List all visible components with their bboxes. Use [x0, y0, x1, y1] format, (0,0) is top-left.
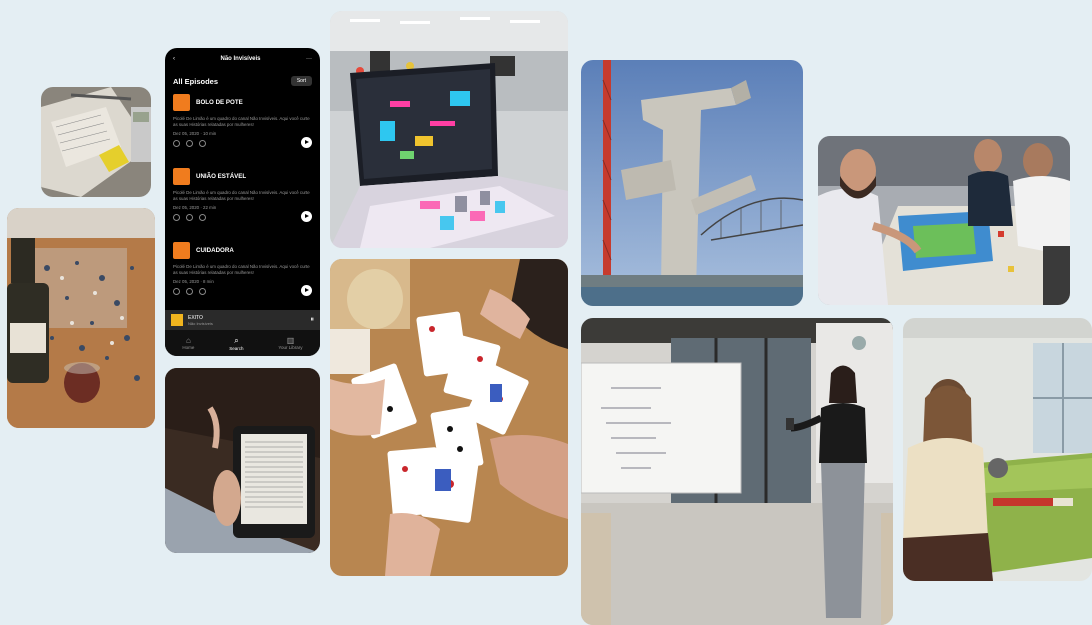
- episode-description: Picolé De Limão é um quadro do canal Não…: [173, 116, 310, 128]
- tab-search[interactable]: ⌕ Search: [229, 336, 243, 351]
- episode-name: UNIÃO ESTÁVEL: [196, 173, 247, 180]
- tab-label: Search: [229, 345, 244, 351]
- episode-item[interactable]: CUIDADORA Picolé De Limão é um quadro do…: [165, 238, 320, 312]
- play-icon[interactable]: [301, 285, 312, 296]
- photo-laptop-3d-model: [330, 11, 568, 248]
- download-icon[interactable]: [186, 214, 193, 222]
- tab-home[interactable]: ⌂ Home: [182, 336, 194, 350]
- podcast-app-screenshot: ‹ Não Invisíveis ··· All Episodes Sort B…: [165, 48, 320, 356]
- mini-player-subtitle: Não Invisíveis: [188, 320, 213, 326]
- library-icon: ▥: [286, 336, 295, 345]
- add-icon[interactable]: [173, 214, 180, 222]
- photo-card-game: [330, 259, 568, 576]
- download-icon[interactable]: [186, 288, 193, 296]
- episode-date: Dez 05, 2020 · 22 min: [173, 205, 217, 211]
- photo-bridge-construction: [581, 60, 803, 306]
- pause-icon[interactable]: ⏸: [311, 316, 315, 324]
- share-icon[interactable]: [199, 288, 206, 296]
- section-title: All Episodes: [173, 76, 219, 86]
- photo-lathe-workshop: [903, 318, 1092, 581]
- episode-description: Picolé De Limão é um quadro do canal Não…: [173, 190, 310, 202]
- episode-name: BOLO DE POTE: [196, 99, 243, 106]
- add-icon[interactable]: [173, 140, 180, 148]
- search-icon: ⌕: [234, 335, 239, 345]
- mini-player[interactable]: EXITO Não Invisíveis ⏸: [165, 310, 320, 330]
- episode-name: CUIDADORA: [196, 247, 234, 254]
- photo-whiteboard-presentation: [581, 318, 893, 625]
- mini-player-artwork: [171, 314, 183, 326]
- share-icon[interactable]: [199, 140, 206, 148]
- sort-button[interactable]: Sort: [290, 76, 312, 86]
- more-icon[interactable]: ···: [306, 56, 312, 62]
- episode-artwork: [173, 242, 190, 259]
- episode-description: Picolé De Limão é um quadro do canal Não…: [173, 264, 310, 276]
- photo-ereader: [165, 368, 320, 553]
- photo-board-game-players: [818, 136, 1070, 305]
- download-icon[interactable]: [186, 140, 193, 148]
- episode-item[interactable]: BOLO DE POTE Picolé De Limão é um quadro…: [165, 90, 320, 164]
- play-icon[interactable]: [301, 211, 312, 222]
- episode-item[interactable]: UNIÃO ESTÁVEL Picolé De Limão é um quadr…: [165, 164, 320, 238]
- back-icon[interactable]: ‹: [173, 56, 175, 62]
- photo-study-notes: [41, 87, 151, 197]
- share-icon[interactable]: [199, 214, 206, 222]
- episode-artwork: [173, 94, 190, 111]
- photo-wine-puzzle: [7, 208, 155, 428]
- podcast-title: Não Invisíveis: [220, 56, 261, 62]
- bottom-tab-bar: ⌂ Home ⌕ Search ▥ Your Library: [165, 330, 320, 356]
- tab-library[interactable]: ▥ Your Library: [278, 336, 302, 350]
- episode-date: Dez 05, 2020 · 8 min: [173, 279, 214, 285]
- episode-date: Dez 05, 2020 · 10 min: [173, 131, 217, 137]
- play-icon[interactable]: [301, 137, 312, 148]
- tab-label: Home: [182, 345, 195, 350]
- app-header: ‹ Não Invisíveis ···: [165, 48, 320, 70]
- home-icon: ⌂: [186, 336, 191, 345]
- add-icon[interactable]: [173, 288, 180, 296]
- tab-label: Your Library: [278, 345, 303, 350]
- episode-artwork: [173, 168, 190, 185]
